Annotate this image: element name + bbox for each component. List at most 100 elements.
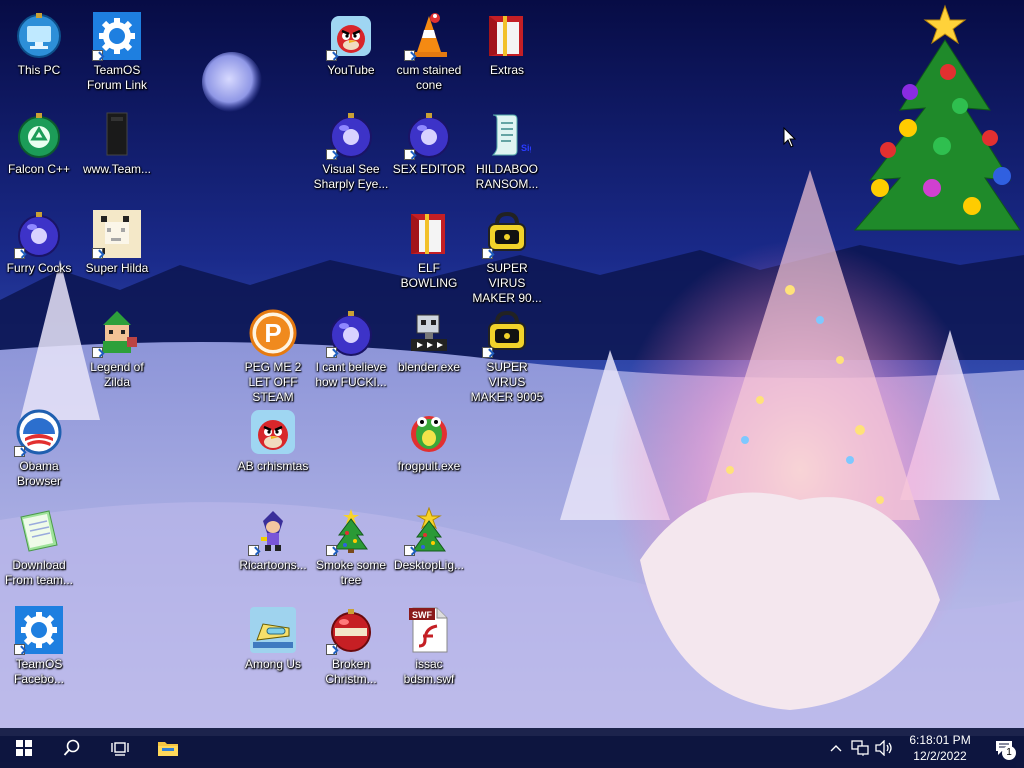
- desktop-icon-label: Super Hilda: [85, 261, 149, 275]
- desktop-icon-issac-bdsm-swf[interactable]: SWF issac bdsm.swf: [390, 602, 468, 698]
- desktop-icon-visual-see-sharply[interactable]: Visual See Sharply Eye...: [312, 107, 390, 203]
- desktop-icon-blender[interactable]: blender.exe: [390, 305, 468, 401]
- computer-icon: [15, 12, 63, 60]
- shortcut-arrow-icon: [326, 347, 337, 358]
- desktop-icon-label: DesktopLig...: [393, 558, 465, 572]
- desktop-icon-label: TeamOS Forum Link: [86, 63, 148, 92]
- purple-orb-icon: [326, 309, 375, 358]
- desktop-icon-www-team[interactable]: www.Team...: [78, 107, 156, 203]
- desktop-icon-falcon-cpp[interactable]: Falcon C++: [0, 107, 78, 203]
- desktop-icon-teamos-facebook[interactable]: TeamOS Facebo...: [0, 602, 78, 698]
- desktop-icon-label: I cant believe how FUCKI...: [315, 360, 387, 389]
- task-view-icon: [111, 742, 129, 756]
- action-center-button[interactable]: 1: [984, 728, 1024, 768]
- desktop-icon-elf-bowling[interactable]: ELF BOWLING: [390, 206, 468, 302]
- desktop-icon-broken-christmas[interactable]: Broken Christm...: [312, 602, 390, 698]
- desktop-icon-this-pc[interactable]: This PC: [0, 8, 78, 104]
- desktop-icon-label: SUPER VIRUS MAKER 9005: [470, 360, 544, 404]
- desktop-icon-label: ELF BOWLING: [400, 261, 458, 290]
- desktop-icon-label: PEG ME 2 LET OFF STEAM: [244, 360, 302, 404]
- notepad-icon: [15, 507, 63, 555]
- shortcut-arrow-icon: [482, 248, 493, 259]
- network-icon: [851, 740, 869, 756]
- desktop-icon-sex-editor[interactable]: SEX EDITOR: [390, 107, 468, 203]
- desktop-icon-desktoplights[interactable]: DesktopLig...: [390, 503, 468, 599]
- flash-file-icon: SWF: [405, 606, 453, 654]
- shortcut-arrow-icon: [14, 644, 25, 655]
- script-scroll-icon: Sig: [483, 111, 531, 159]
- desktop-icon-label: frogpult.exe: [397, 459, 461, 473]
- network-button[interactable]: [848, 728, 872, 768]
- clock-time: 6:18:01 PM: [909, 733, 971, 747]
- frog-icon: [405, 408, 453, 456]
- desktop-icon-legend-of-zilda[interactable]: Legend of Zilda: [78, 305, 156, 401]
- desktop-icon-label: SEX EDITOR: [392, 162, 466, 176]
- file-explorer-button[interactable]: [144, 728, 192, 768]
- show-hidden-icons-button[interactable]: [824, 728, 848, 768]
- desktop-icon-super-hilda[interactable]: Super Hilda: [78, 206, 156, 302]
- gear-icon: [92, 12, 141, 61]
- desktop-icon-label: Furry Cocks: [6, 261, 72, 275]
- desktop-icon-hildaboo-ransom[interactable]: Sig HILDABOO RANSOM...: [468, 107, 546, 203]
- pixel-character-icon: [92, 210, 141, 259]
- desktop-icon-label: www.Team...: [82, 162, 151, 176]
- desktop-icon-obama-browser[interactable]: Obama Browser: [0, 404, 78, 500]
- volume-button[interactable]: [872, 728, 896, 768]
- desktop-icon-label: This PC: [17, 63, 61, 77]
- gift-box-icon: [405, 210, 453, 258]
- mouse-cursor-icon: [783, 127, 797, 148]
- taskbar: 6:18:01 PM 12/2/2022 1: [0, 728, 1024, 768]
- windows-logo-icon: [16, 740, 32, 756]
- desktop-icon-label: Ricartoons...: [239, 558, 307, 572]
- desktop-icon-cum-stained-cone[interactable]: cum stained cone: [390, 8, 468, 104]
- pixel-elf-icon: [92, 309, 141, 358]
- shortcut-arrow-icon: [482, 347, 493, 358]
- desktop-icon-super-virus-maker-9005[interactable]: SUPER VIRUS MAKER 9005: [468, 305, 546, 404]
- gear-icon: [14, 606, 63, 655]
- among-us-icon: [249, 606, 297, 654]
- clock-button[interactable]: 6:18:01 PM 12/2/2022: [900, 732, 980, 764]
- purple-orb-icon: [14, 210, 63, 259]
- desktop-icon-super-virus-maker-90[interactable]: SUPER VIRUS MAKER 90...: [468, 206, 546, 305]
- desktop-icon-among-us[interactable]: Among Us: [234, 602, 312, 698]
- desktop-icon-label: Legend of Zilda: [90, 360, 144, 389]
- desktop-icon-ab-crhismtas[interactable]: AB crhismtas: [234, 404, 312, 500]
- desktop-icon-extras[interactable]: Extras: [468, 8, 546, 104]
- desktop-icon-smoke-some-tree[interactable]: Smoke some tree: [312, 503, 390, 599]
- shortcut-arrow-icon: [92, 50, 103, 61]
- desktop-icon-label: Falcon C++: [7, 162, 71, 176]
- shortcut-arrow-icon: [326, 50, 337, 61]
- traffic-cone-icon: [404, 12, 453, 61]
- svg-text:SWF: SWF: [412, 610, 432, 620]
- desktop-icon-label: issac bdsm.swf: [403, 657, 455, 686]
- desktop-icon-peg-me[interactable]: P PEG ME 2 LET OFF STEAM: [234, 305, 312, 404]
- desktop-icon-furry-cocks[interactable]: Furry Cocks: [0, 206, 78, 302]
- desktop-icon-download-from-team[interactable]: Download From team...: [0, 503, 78, 599]
- desktop-icon-label: AB crhismtas: [237, 459, 309, 473]
- task-view-button[interactable]: [96, 728, 144, 768]
- desktop-icon-frogpult[interactable]: frogpult.exe: [390, 404, 468, 500]
- desktop-icon-youtube[interactable]: YouTube: [312, 8, 390, 104]
- desktop-icon-teamos-forum-link[interactable]: TeamOS Forum Link: [78, 8, 156, 104]
- angry-bird-icon: [249, 408, 297, 456]
- shortcut-arrow-icon: [326, 545, 337, 556]
- desktop-icon-label: Obama Browser: [16, 459, 61, 488]
- christmas-ornament-icon: [326, 606, 375, 655]
- peggle-icon: P: [249, 309, 297, 357]
- cartoon-character-icon: [248, 507, 297, 556]
- lock-vault-icon: [482, 210, 531, 259]
- search-button[interactable]: [48, 728, 96, 768]
- shortcut-arrow-icon: [326, 644, 337, 655]
- shortcut-arrow-icon: [14, 446, 25, 457]
- desktop-icon-label: SUPER VIRUS MAKER 90...: [472, 261, 542, 305]
- desktop-icon-label: Extras: [489, 63, 524, 77]
- svg-text:P: P: [264, 318, 281, 348]
- clock-date: 12/2/2022: [913, 749, 967, 763]
- desktop-icon-ricartoons[interactable]: Ricartoons...: [234, 503, 312, 599]
- desktop-icon-label: Broken Christm...: [325, 657, 377, 686]
- notification-count-badge: 1: [1002, 746, 1016, 760]
- desktop-icon-label: Smoke some tree: [315, 558, 387, 587]
- start-button[interactable]: [0, 728, 48, 768]
- desktop-icon-i-cant-believe[interactable]: I cant believe how FUCKI...: [312, 305, 390, 401]
- desktop-icon-label: Visual See Sharply Eye...: [313, 162, 389, 191]
